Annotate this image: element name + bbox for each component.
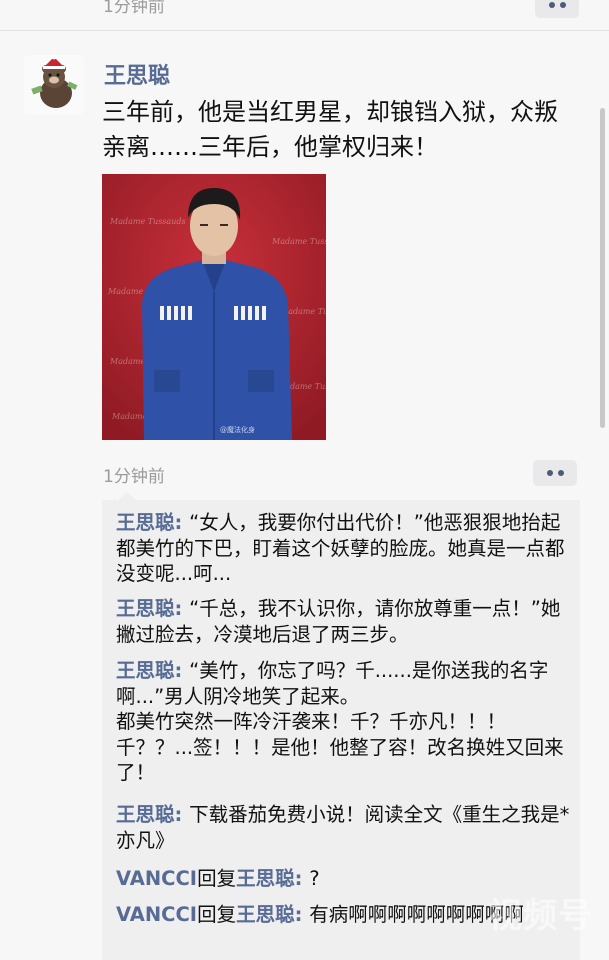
comment-author[interactable]: VANCCI — [116, 903, 197, 926]
more-dot-icon — [557, 470, 564, 476]
previous-post-more-button[interactable] — [535, 0, 579, 18]
reply-target[interactable]: 王思聪 — [236, 867, 295, 890]
comment-text-continued: 都美竹突然一阵冷汗袭来！千？千亦凡！！！千？？...签！！！是他！他整了容！改名… — [116, 710, 564, 784]
bear-avatar-icon — [24, 55, 84, 115]
watermark-text: 视频号 — [488, 896, 593, 936]
comment-author[interactable]: 王思聪 — [116, 597, 175, 620]
post-more-button[interactable] — [533, 460, 577, 486]
previous-post-time: 1分钟前 — [103, 0, 165, 17]
more-dot-icon — [546, 470, 553, 476]
comment-separator: : — [174, 511, 190, 534]
comment-author[interactable]: 王思聪 — [116, 659, 175, 682]
reply-word: 回复 — [197, 867, 237, 890]
comment-author[interactable]: 王思聪 — [116, 803, 175, 826]
comment-item[interactable]: 王思聪: “美竹，你忘了吗？千......是你送我的名字啊...”男人阴冷地笑了… — [116, 658, 571, 786]
image-caption: @魔法化身 — [220, 425, 255, 434]
comment-separator: : — [174, 659, 190, 682]
comment-separator: : — [174, 803, 190, 826]
more-dot-icon — [559, 2, 566, 8]
comment-item[interactable]: 王思聪: “千总，我不认识你，请你放尊重一点！”她撇过脸去，冷漠地后退了两三步。 — [116, 596, 571, 647]
top-bar: 1分钟前 — [0, 0, 609, 31]
comment-author[interactable]: VANCCI — [116, 867, 197, 890]
comment-author[interactable]: 王思聪 — [116, 511, 175, 534]
scrollbar[interactable] — [600, 108, 605, 428]
more-dot-icon — [548, 2, 555, 8]
post-image[interactable]: Madame Tussauds Madame Tussauds Madame T… — [102, 174, 326, 440]
comment-text: ? — [309, 867, 320, 890]
wall-logo-text: Madame Tussauds — [109, 217, 186, 226]
post-author-name[interactable]: 王思聪 — [104, 58, 170, 90]
reply-target[interactable]: 王思聪 — [236, 903, 295, 926]
comment-separator: : — [294, 867, 310, 890]
post-time: 1分钟前 — [103, 467, 165, 487]
comment-item[interactable]: 王思聪: “女人，我要你付出代价！”他恶狠狠地抬起都美竹的下巴，盯着这个妖孽的脸… — [116, 510, 571, 587]
wall-logo-text: Madame Tussauds — [271, 237, 326, 246]
post-text: 三年前，他是当红男星，却锒铛入狱，众叛亲离……三年后，他掌权归来！ — [102, 98, 558, 161]
prisoner-photo: Madame Tussauds Madame Tussauds Madame T… — [102, 174, 326, 440]
comment-item[interactable]: 王思聪: 下载番茄免费小说！阅读全文《重生之我是*亦凡》 — [116, 802, 571, 853]
author-avatar[interactable] — [24, 55, 84, 115]
comment-separator: : — [294, 903, 310, 926]
comment-separator: : — [174, 597, 190, 620]
reply-word: 回复 — [197, 903, 237, 926]
